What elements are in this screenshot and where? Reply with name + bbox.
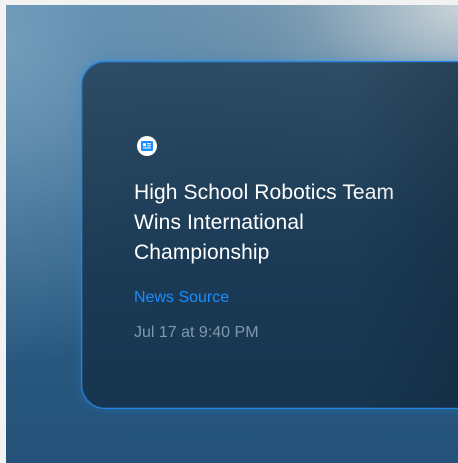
news-icon	[137, 136, 157, 156]
notification-headline: High School Robotics Team Wins Internati…	[134, 181, 395, 264]
news-notification-card[interactable]: High School Robotics Team Wins Internati…	[81, 61, 458, 409]
news-icon-glyph	[141, 141, 153, 151]
news-source-link[interactable]: News Source	[134, 288, 229, 308]
notification-timestamp: Jul 17 at 9:40 PM	[134, 324, 259, 341]
wallpaper-background: High School Robotics Team Wins Internati…	[6, 5, 458, 463]
